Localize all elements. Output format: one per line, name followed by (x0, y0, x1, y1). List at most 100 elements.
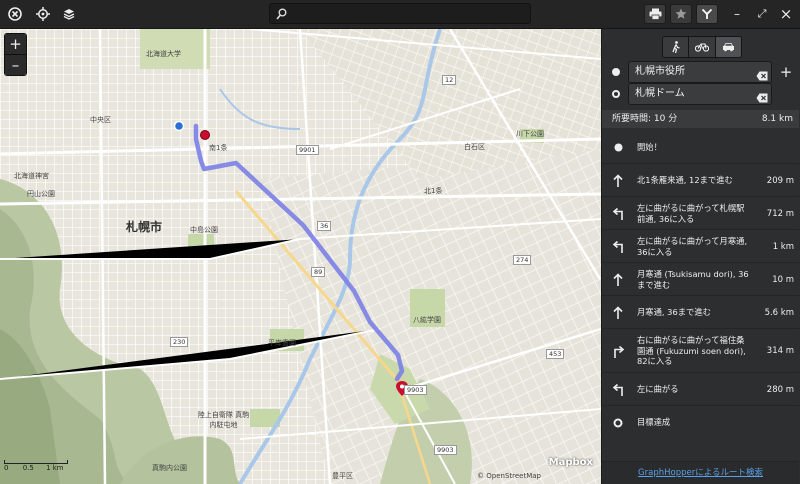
map-label: 中島公園 (190, 226, 218, 234)
step-text: 左に曲がる (637, 384, 679, 395)
map-label: 北海道神宮 (14, 172, 49, 180)
route-shield: 36 (317, 221, 332, 231)
travel-distance: 8.1 km (761, 114, 793, 124)
bike-icon[interactable] (689, 37, 716, 57)
zoom-in-button[interactable]: + (5, 34, 26, 55)
map-label: 白石区 (464, 143, 485, 151)
scale-label-zero: 0 (4, 464, 9, 472)
turn-left-icon (608, 230, 628, 263)
route-icon[interactable] (696, 4, 718, 24)
route-shield: 9903 (404, 385, 427, 395)
map-label: 平岸霊園 (268, 339, 296, 347)
travel-time: 所要時間: 10 分 (612, 114, 678, 124)
start-dot-icon (608, 131, 628, 164)
arrow-up-icon (608, 296, 628, 329)
step-distance: 5.6 km (764, 307, 794, 318)
step-text: 右に曲がるに曲がって福住桑園通 (Fukuzumi soen dori), 82… (637, 335, 746, 367)
direction-step[interactable]: 右に曲がるに曲がって福住桑園通 (Fukuzumi soen dori), 82… (602, 329, 799, 373)
star-icon[interactable] (670, 4, 692, 24)
arrow-up-icon (608, 164, 628, 197)
route-sidebar: 札幌市役所 + 札幌ドーム 所要時間: 10 分 8.1 km 開始！ 北1条雁… (601, 29, 800, 484)
attribution[interactable]: © OpenStreetMap (477, 472, 541, 480)
map-label: 豊平区 (332, 472, 353, 480)
destination-field[interactable]: 札幌ドーム (628, 83, 772, 105)
step-text: 目標達成 (637, 417, 671, 428)
map-label: 円山公園 (27, 190, 55, 198)
origin-marker[interactable] (200, 130, 210, 140)
route-shield: 89 (311, 267, 326, 277)
destination-row: 札幌ドーム (610, 83, 797, 105)
route-shield: 274 (513, 255, 532, 265)
direction-step[interactable]: 左に曲がるに曲がって月寒通, 36に入る 1 km (602, 230, 799, 263)
step-text: 月寒通 (Tsukisamu dori), 36まで進む (637, 269, 749, 290)
add-waypoint-button[interactable]: + (776, 61, 796, 83)
turn-right-icon (608, 329, 628, 373)
step-distance: 209 m (766, 175, 794, 186)
direction-step[interactable]: 左に曲がるに曲がって札幌駅前通, 36に入る 712 m (602, 197, 799, 230)
origin-field[interactable]: 札幌市役所 (628, 61, 772, 83)
step-text: 左に曲がるに曲がって札幌駅前通, 36に入る (637, 203, 745, 224)
step-distance: 314 m (766, 346, 794, 356)
crosshair-icon[interactable] (32, 4, 54, 24)
clear-destination-icon[interactable] (756, 88, 768, 107)
maximize-button[interactable]: ⤢ (751, 4, 773, 24)
finish-ring-icon (608, 406, 628, 439)
step-text: 開始！ (637, 142, 662, 153)
close-button[interactable]: × (775, 4, 797, 24)
graphhopper-link[interactable]: GraphHopperによるルート検索 (638, 468, 763, 478)
location-dot (173, 120, 185, 132)
direction-step[interactable]: 月寒通 (Tsukisamu dori), 36まで進む 10 m (602, 263, 799, 296)
direction-step[interactable]: 開始！ (602, 131, 799, 164)
map-label: 北1条 (424, 187, 443, 195)
map-label: 川下公園 (516, 130, 544, 138)
destination-ring-icon (612, 90, 620, 98)
direction-step[interactable]: 北1条雁来通, 12まで進む 209 m (602, 164, 799, 197)
scale-label-one: 1 km (46, 464, 64, 472)
map-canvas (0, 29, 601, 484)
direction-step[interactable]: 目標達成 (602, 406, 799, 439)
turn-left-icon (608, 197, 628, 230)
origin-dot-icon (612, 68, 620, 76)
map-label: 中央区 (90, 116, 111, 124)
step-distance: 712 m (766, 208, 794, 219)
transport-mode-selector (662, 36, 742, 58)
minimize-button[interactable]: – (726, 4, 748, 24)
route-shield: 9903 (434, 445, 457, 455)
route-summary: 所要時間: 10 分 8.1 km (602, 110, 799, 128)
map-label: 北海道大学 (146, 50, 181, 58)
turn-left-icon (608, 373, 628, 406)
map-label: 陸上自衛隊 真駒内駐屯地 (197, 411, 250, 429)
arrow-up-icon (608, 263, 628, 296)
walk-icon[interactable] (663, 37, 690, 57)
step-distance: 10 m (772, 274, 794, 285)
direction-step[interactable]: 左に曲がる 280 m (602, 373, 799, 406)
print-icon[interactable] (644, 4, 666, 24)
map-label: 札幌市 (126, 220, 163, 234)
header-bar: – ⤢ × (0, 0, 800, 29)
map-label: 八紘学園 (413, 316, 441, 324)
map-label: 真駒内公園 (152, 464, 187, 472)
zoom-out-button[interactable]: – (5, 55, 26, 75)
sidebar-footer: GraphHopperによるルート検索 (602, 461, 799, 484)
direction-step[interactable]: 月寒通, 36まで進む 5.6 km (602, 296, 799, 329)
step-text: 北1条雁来通, 12まで進む (637, 175, 733, 186)
scale-bar: 0 0.5 1 km (4, 460, 68, 472)
zoom-control: + – (4, 33, 27, 76)
close-circle-icon[interactable] (4, 4, 26, 24)
route-shield: 9901 (296, 145, 319, 155)
search-icon (276, 6, 287, 25)
mapbox-logo: Mapbox (548, 457, 593, 468)
step-distance: 1 km (772, 241, 794, 252)
step-text: 左に曲がるに曲がって月寒通, 36に入る (637, 236, 748, 257)
layers-icon[interactable] (58, 4, 80, 24)
route-shield: 230 (170, 337, 189, 347)
origin-row: 札幌市役所 + (610, 61, 797, 83)
map-view[interactable]: 北海道大学 中央区 札幌市 白石区 平岸霊園 八紘学園 豊平区 円山公園 中島公… (0, 29, 601, 484)
map-label: 南1条 (209, 144, 228, 152)
route-shield: 453 (546, 349, 565, 359)
step-text: 月寒通, 36まで進む (637, 307, 711, 318)
search-input[interactable] (269, 3, 531, 24)
directions-list: 開始！ 北1条雁来通, 12まで進む 209 m 左に曲がるに曲がって札幌駅前通… (602, 131, 799, 439)
car-icon[interactable] (715, 37, 741, 57)
route-shield: 12 (442, 75, 457, 85)
